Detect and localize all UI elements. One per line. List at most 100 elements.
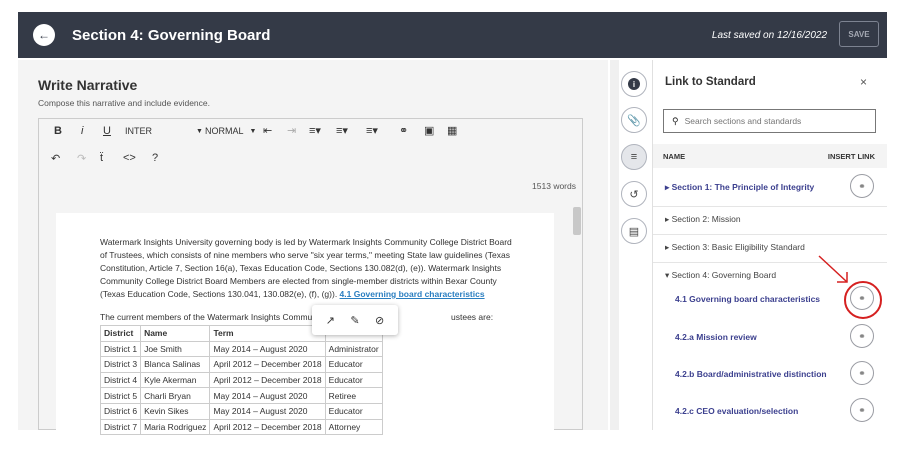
help-button[interactable]: ?	[152, 152, 158, 164]
bold-button[interactable]: B	[54, 125, 62, 137]
trustees-table: District Name Term District 1 Joe Smith Ma…	[99, 325, 383, 436]
annotation-arrow-icon	[818, 255, 848, 283]
table-row: District 3 Blanca Salinas April 2012 – Dec…	[99, 356, 383, 373]
standard-row[interactable]: 4.2.b Board/administrative distinction ⚭	[653, 359, 887, 389]
insert-link-button[interactable]: ⚭	[850, 361, 874, 385]
table-cell: District 6	[99, 402, 142, 420]
standard-label: 4.2.a Mission review	[675, 332, 757, 342]
table-cell: May 2014 – August 2020	[209, 402, 326, 420]
chevron-down-icon: ▼	[249, 127, 257, 135]
unlink-icon[interactable]: ⊘	[375, 314, 384, 327]
image-icon[interactable]: ▣	[424, 124, 434, 137]
save-button[interactable]: SAVE	[839, 21, 879, 47]
edit-link-icon[interactable]: ✎	[350, 314, 359, 327]
table-cell: Joe Smith	[140, 340, 211, 358]
table-cell: May 2014 – August 2020	[209, 387, 326, 404]
table-cell: District 7	[99, 418, 142, 436]
table-header: District	[99, 325, 142, 342]
table-row: District 6 Kevin Sikes May 2014 – August 2…	[99, 402, 383, 420]
insert-link-button[interactable]: ⚭	[850, 398, 874, 422]
insert-link-button[interactable]: ⚭	[850, 324, 874, 348]
indent-icon[interactable]: ⇥	[287, 124, 296, 137]
outdent-icon[interactable]: ⇤	[263, 124, 272, 137]
editor-toolbar: B i U INTER ▼ NORMAL ▼ ⇤ ⇥ ≡▾ ≡▾ ≡▾ ⚭ ▣ ▦ …	[39, 119, 582, 185]
section-label: ▾ Section 4: Governing Board	[665, 270, 777, 280]
narrative-editor-area: Write Narrative Compose this narrative a…	[18, 60, 608, 436]
clear-format-icon[interactable]: ẗ	[100, 152, 103, 164]
font-select[interactable]: INTER ▼	[125, 126, 203, 136]
standard-link[interactable]: 4.1 Governing board characteristics	[340, 289, 485, 299]
annotation-circle	[844, 281, 882, 319]
table-icon[interactable]: ▦	[447, 124, 457, 137]
close-icon[interactable]: ×	[860, 75, 867, 89]
page-scrollbar[interactable]	[610, 60, 619, 430]
last-saved-text: Last saved on 12/16/2022	[711, 29, 827, 41]
align-icon[interactable]: ≡▾	[309, 124, 321, 137]
paragraph-two-end: ustees are:	[451, 312, 494, 322]
narrative-title: Write Narrative	[38, 77, 138, 93]
rich-text-editor: B i U INTER ▼ NORMAL ▼ ⇤ ⇥ ≡▾ ≡▾ ≡▾ ⚭ ▣ ▦ …	[38, 118, 583, 436]
undo-icon[interactable]: ↶	[51, 152, 60, 165]
paragraph-two-start: The current members of the Watermark Ins…	[100, 312, 339, 322]
attachment-button[interactable]: 📎	[621, 107, 647, 133]
bullet-list-icon[interactable]: ≡▾	[366, 124, 378, 137]
comment-icon: ▤	[628, 225, 640, 238]
table-cell: April 2012 – December 2018	[209, 371, 326, 389]
table-cell: District 5	[99, 387, 142, 404]
narrative-subtitle: Compose this narrative and include evide…	[38, 98, 210, 108]
standard-label: 4.2.b Board/administrative distinction	[675, 369, 827, 379]
table-cell: Administrator	[324, 340, 383, 358]
link-standard-panel: Link to Standard × ⚲ NAME INSERT LINK ▸ …	[652, 60, 887, 430]
narrative-paragraph[interactable]: Watermark Insights University governing …	[100, 236, 520, 301]
panel-title: Link to Standard	[665, 76, 756, 88]
section-label: ▸ Section 2: Mission	[665, 214, 741, 224]
italic-button[interactable]: i	[81, 125, 83, 137]
standard-row[interactable]: 4.2.a Mission review ⚭	[653, 322, 887, 352]
search-input[interactable]	[684, 116, 865, 126]
table-cell: Educator	[324, 356, 383, 373]
underline-button[interactable]: U	[103, 125, 111, 137]
editor-scrollbar-thumb[interactable]	[573, 207, 581, 235]
table-cell: Charli Bryan	[140, 387, 211, 404]
info-button[interactable]: i	[621, 71, 647, 97]
section-row[interactable]: ▸ Section 1: The Principle of Integrity …	[653, 168, 887, 206]
standards-button[interactable]: ≡	[621, 144, 647, 170]
link-icon: ⚭	[858, 180, 866, 191]
insert-link-button[interactable]: ⚭	[850, 174, 874, 198]
table-cell: Retiree	[324, 387, 383, 404]
arrow-left-icon: ←	[38, 28, 50, 42]
code-icon[interactable]: <>	[123, 152, 136, 164]
redo-icon[interactable]: ↷	[77, 152, 86, 165]
history-icon: ↺	[629, 188, 639, 201]
link-icon: ⚭	[858, 330, 866, 341]
table-row: District 4 Kyle Akerman April 2012 – Decem…	[99, 371, 383, 389]
table-row: District 1 Joe Smith May 2014 – August 202…	[99, 340, 383, 358]
link-icon[interactable]: ⚭	[399, 124, 408, 137]
comments-button[interactable]: ▤	[621, 218, 647, 244]
page-title: Section 4: Governing Board	[72, 26, 271, 44]
open-link-icon[interactable]: ↗	[326, 314, 335, 327]
insert-link-column-label: INSERT LINK	[827, 152, 875, 161]
style-select-value: NORMAL	[205, 126, 244, 136]
section-row[interactable]: ▸ Section 2: Mission	[653, 206, 887, 234]
name-column-label: NAME	[663, 152, 686, 161]
search-box[interactable]: ⚲	[663, 109, 876, 133]
info-icon: i	[628, 78, 640, 90]
style-select[interactable]: NORMAL ▼	[205, 126, 256, 136]
numbered-list-icon[interactable]: ≡▾	[336, 124, 348, 137]
history-button[interactable]: ↺	[621, 181, 647, 207]
table-row: District 7 Maria Rodriguez April 2012 – De…	[99, 418, 383, 436]
table-header: Name	[140, 325, 211, 342]
table-cell: April 2012 – December 2018	[209, 356, 326, 373]
section-label: ▸ Section 3: Basic Eligibility Standard	[665, 242, 805, 252]
table-header: Term	[209, 325, 326, 342]
search-icon: ⚲	[672, 115, 679, 126]
document-page[interactable]: Watermark Insights University governing …	[56, 213, 554, 436]
standard-row[interactable]: 4.2.c CEO evaluation/selection ⚭	[653, 396, 887, 426]
back-button[interactable]: ←	[33, 24, 55, 46]
table-cell: Attorney	[324, 418, 383, 436]
standard-label: 4.1 Governing board characteristics	[675, 294, 821, 304]
list-icon: ≡	[630, 151, 638, 163]
top-header: ← Section 4: Governing Board Last saved …	[18, 12, 887, 58]
chevron-down-icon: ▼	[196, 127, 203, 135]
